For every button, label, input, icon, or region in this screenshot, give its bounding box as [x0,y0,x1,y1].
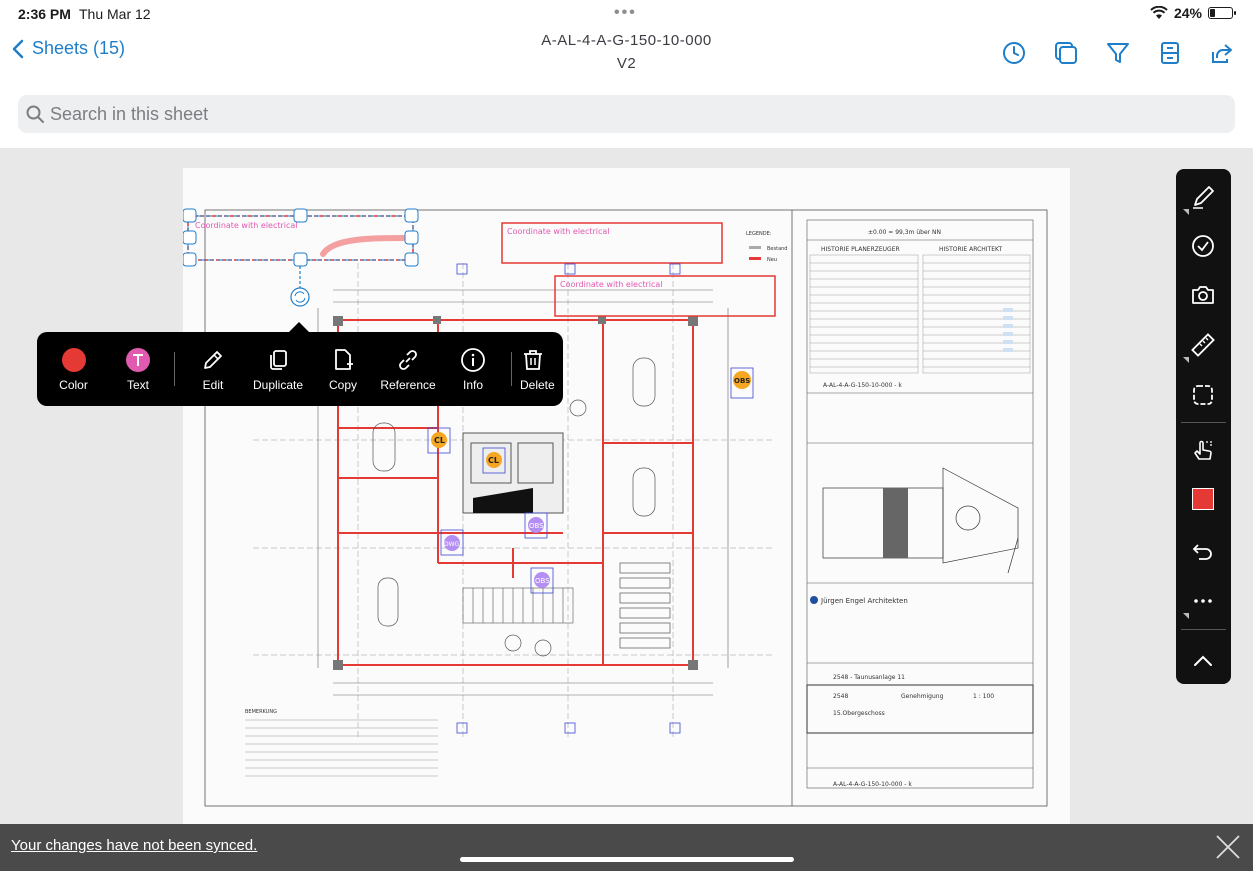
history-architect-heading: HISTORIE ARCHITEKT [939,246,1002,253]
text-button[interactable]: Text [110,332,166,406]
copy-label: Copy [328,377,357,392]
more-corner [1183,613,1189,619]
copy-icon [335,348,353,370]
sheet-number: A-AL-4-A-G-150-10-000 [541,32,712,49]
sheet-canvas[interactable]: Coordinate with electrical Coordinate wi… [0,148,1253,824]
trash-icon [524,349,542,370]
selected-markup-text: Coordinate with electrical [195,221,298,230]
selected-markup[interactable]: Coordinate with electrical [183,208,419,307]
svg-text:CL: CL [488,456,499,465]
multitask-dots[interactable]: ••• [614,4,637,22]
home-indicator [460,857,794,862]
compare-sheets-icon[interactable] [1053,40,1079,66]
markup-action-popup: Color Text Edit Duplicate Copy Reference… [37,322,563,406]
duplicate-label: Duplicate [252,377,304,392]
camera-icon[interactable] [1189,281,1217,309]
hand-tap-icon[interactable] [1189,437,1217,465]
toolbar-divider [1181,422,1226,423]
color-swatch[interactable] [1192,488,1214,510]
more-icon[interactable] [1189,587,1217,615]
svg-text:OBS: OBS [734,377,750,385]
color-label: Color [59,377,88,392]
edit-button[interactable]: Edit [183,332,243,406]
delete-label: Delete [520,377,555,392]
floor-name: 15.Obergeschoss [833,710,885,717]
project-name: 2548 - Taunusanlage 11 [833,674,905,681]
info-button[interactable]: Info [443,332,503,406]
search-icon [26,105,44,123]
filter-icon[interactable] [1105,40,1131,66]
sync-message-link[interactable]: Your changes have not been synced. [11,837,257,854]
search-input[interactable] [50,103,1139,125]
markup-text-2[interactable]: Coordinate with electrical [560,280,663,289]
measure-corner [1183,357,1189,363]
pencil-icon [204,350,222,369]
text-color-icon [126,347,150,372]
sheet-ref-top: A-AL-4-A-G-150-10-000 - k [823,382,902,389]
drawing-sheet[interactable]: Coordinate with electrical Coordinate wi… [183,168,1070,824]
info-label: Info [462,377,483,392]
navigation-bar: Sheets (15) A-AL-4-A-G-150-10-000 V2 [0,28,1253,84]
text-label: Text [126,377,149,392]
pin-obs-2[interactable]: OBS [524,512,548,539]
svg-text:CL: CL [434,436,445,445]
status-bar: 2:36 PM Thu Mar 12 ••• 24% [0,0,1253,28]
legend-item-existing: Bestand [767,246,787,252]
copy-button[interactable]: Copy [313,332,373,406]
project-number: 2548 [833,693,848,700]
architect-name: Jürgen Engel Architekten [820,597,908,605]
popup-divider [174,352,175,386]
info-icon [461,347,485,372]
checkmark-tool-icon[interactable] [1189,232,1217,260]
duplicate-icon [270,349,287,370]
reference-button[interactable]: Reference [373,332,443,406]
wifi-icon [1150,6,1168,19]
pen-tool-corner [1183,209,1189,215]
reference-label: Reference [380,377,436,392]
color-swatch-icon [61,347,86,372]
pin-obs-3[interactable]: OBS [530,567,554,594]
popup-divider-2 [511,352,512,386]
svg-text:OBS: OBS [535,577,550,585]
status-right: 24% [1150,5,1236,21]
nav-toolbar [1001,40,1235,66]
approval-status: Genehmigung [901,693,944,700]
chevron-up-icon[interactable] [1189,647,1217,675]
status-time: 2:36 PM [18,6,71,22]
markup-toolbar [1176,169,1231,684]
search-bar [18,95,1235,133]
scale: 1 : 100 [973,693,994,700]
history-clock-icon[interactable] [1001,40,1027,66]
legend-item-new: Neu [767,257,777,263]
toolbar-divider-2 [1181,629,1226,630]
close-icon[interactable] [1215,834,1241,860]
svg-text:OBS: OBS [529,522,544,530]
pin-obs-1[interactable]: OBS [730,367,754,399]
legend-title: LEGENDE: [746,231,772,237]
edit-label: Edit [202,377,224,392]
lasso-select-icon[interactable] [1189,381,1217,409]
duplicate-button[interactable]: Duplicate [243,332,313,406]
status-date: Thu Mar 12 [79,6,151,22]
battery-icon [1208,7,1236,19]
sync-banner: Your changes have not been synced. [0,824,1253,871]
svg-text:DWG: DWG [444,541,460,548]
floor-plan-drawing: Coordinate with electrical Coordinate wi… [183,208,1048,807]
layers-panel-icon[interactable] [1157,40,1183,66]
markup-text-1[interactable]: Coordinate with electrical [507,227,610,236]
battery-percent: 24% [1173,5,1202,21]
notes-title: BEMERKUNG [245,709,277,715]
share-icon[interactable] [1209,40,1235,66]
history-planner-heading: HISTORIE PLANERZEUGER [821,246,900,253]
elevation-note: ±0.00 = 99,3m über NN [868,229,941,236]
measure-ruler-icon[interactable] [1189,331,1217,359]
undo-icon[interactable] [1189,537,1217,565]
color-button[interactable]: Color [37,332,110,406]
delete-button[interactable]: Delete [520,332,558,406]
link-icon [399,349,417,370]
sheet-ref-bottom: A-AL-4-A-G-150-10-000 - k [833,781,912,788]
pen-tool-icon[interactable] [1189,183,1217,211]
